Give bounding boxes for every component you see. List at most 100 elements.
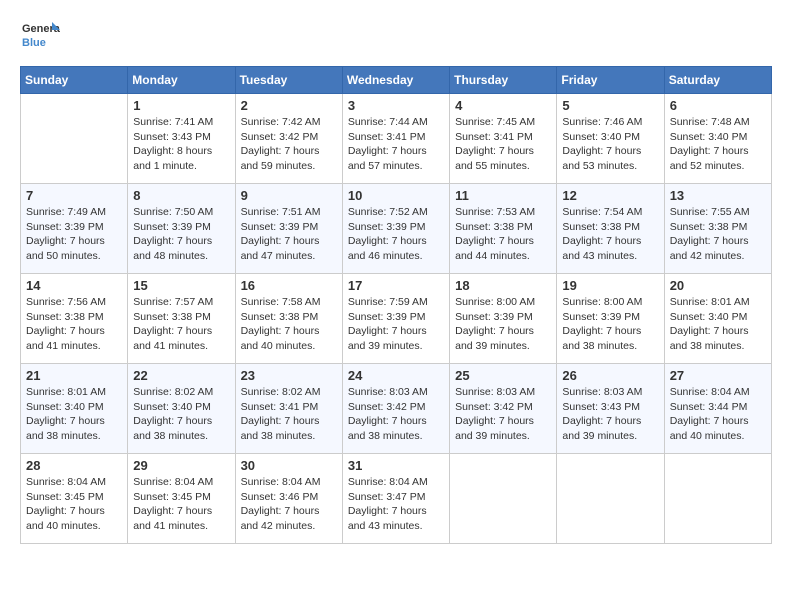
day-info: Sunrise: 8:00 AM Sunset: 3:39 PM Dayligh… — [562, 295, 658, 354]
day-info: Sunrise: 7:58 AM Sunset: 3:38 PM Dayligh… — [241, 295, 337, 354]
day-number: 27 — [670, 368, 766, 383]
calendar-cell: 23Sunrise: 8:02 AM Sunset: 3:41 PM Dayli… — [235, 364, 342, 454]
calendar-cell — [21, 94, 128, 184]
calendar-cell: 7 Sunrise: 7:49 AM Sunset: 3:39 PM Daylig… — [21, 184, 128, 274]
day-number: 15 — [133, 278, 229, 293]
calendar-cell: 2 Sunrise: 7:42 AM Sunset: 3:42 PM Daylig… — [235, 94, 342, 184]
calendar-cell: 6 Sunrise: 7:48 AM Sunset: 3:40 PM Daylig… — [664, 94, 771, 184]
day-info: Sunrise: 8:04 AM Sunset: 3:44 PM Dayligh… — [670, 385, 766, 444]
calendar-cell: 25 Sunrise: 8:03 AM Sunset: 3:42 PM Dayli… — [450, 364, 557, 454]
day-info: Sunrise: 8:04 AM Sunset: 3:47 PM Dayligh… — [348, 475, 444, 534]
day-info: Sunrise: 8:04 AM Sunset: 3:45 PM Dayligh… — [26, 475, 122, 534]
day-info: Sunrise: 7:50 AM Sunset: 3:39 PM Dayligh… — [133, 205, 229, 264]
day-info: Sunrise: 8:02 AM Sunset: 3:40 PM Dayligh… — [133, 385, 229, 444]
day-info: Sunrise: 7:56 AM Sunset: 3:38 PM Dayligh… — [26, 295, 122, 354]
calendar-cell: 24 Sunrise: 8:03 AM Sunset: 3:42 PM Dayli… — [342, 364, 449, 454]
day-number: 21 — [26, 368, 122, 383]
svg-text:Blue: Blue — [22, 37, 46, 49]
calendar-cell: 31 Sunrise: 8:04 AM Sunset: 3:47 PM Dayli… — [342, 454, 449, 544]
day-number: 3 — [348, 98, 444, 113]
day-number: 17 — [348, 278, 444, 293]
day-number: 25 — [455, 368, 551, 383]
calendar-cell: 29Sunrise: 8:04 AM Sunset: 3:45 PM Dayli… — [128, 454, 235, 544]
day-number: 13 — [670, 188, 766, 203]
calendar-cell: 1 Sunrise: 7:41 AM Sunset: 3:43 PM Daylig… — [128, 94, 235, 184]
day-of-week-header: Monday — [128, 67, 235, 94]
day-number: 31 — [348, 458, 444, 473]
calendar-cell: 9 Sunrise: 7:51 AM Sunset: 3:39 PM Daylig… — [235, 184, 342, 274]
day-number: 24 — [348, 368, 444, 383]
day-info: Sunrise: 7:57 AM Sunset: 3:38 PM Dayligh… — [133, 295, 229, 354]
day-number: 22 — [133, 368, 229, 383]
day-info: Sunrise: 7:52 AM Sunset: 3:39 PM Dayligh… — [348, 205, 444, 264]
day-number: 19 — [562, 278, 658, 293]
day-number: 14 — [26, 278, 122, 293]
day-of-week-header: Tuesday — [235, 67, 342, 94]
day-number: 26 — [562, 368, 658, 383]
calendar-week-row: 21 Sunrise: 8:01 AM Sunset: 3:40 PM Dayli… — [21, 364, 772, 454]
calendar-table: SundayMondayTuesdayWednesdayThursdayFrid… — [20, 66, 772, 544]
day-info: Sunrise: 8:01 AM Sunset: 3:40 PM Dayligh… — [670, 295, 766, 354]
day-info: Sunrise: 7:45 AM Sunset: 3:41 PM Dayligh… — [455, 115, 551, 174]
day-info: Sunrise: 7:41 AM Sunset: 3:43 PM Dayligh… — [133, 115, 229, 174]
calendar-cell: 30Sunrise: 8:04 AM Sunset: 3:46 PM Dayli… — [235, 454, 342, 544]
day-number: 23 — [241, 368, 337, 383]
calendar-cell: 5Sunrise: 7:46 AM Sunset: 3:40 PM Daylig… — [557, 94, 664, 184]
calendar-cell: 21 Sunrise: 8:01 AM Sunset: 3:40 PM Dayli… — [21, 364, 128, 454]
calendar-cell: 27 Sunrise: 8:04 AM Sunset: 3:44 PM Dayli… — [664, 364, 771, 454]
calendar-cell: 11Sunrise: 7:53 AM Sunset: 3:38 PM Dayli… — [450, 184, 557, 274]
day-number: 8 — [133, 188, 229, 203]
day-number: 7 — [26, 188, 122, 203]
calendar-week-row: 1 Sunrise: 7:41 AM Sunset: 3:43 PM Daylig… — [21, 94, 772, 184]
calendar-cell: 12Sunrise: 7:54 AM Sunset: 3:38 PM Dayli… — [557, 184, 664, 274]
day-info: Sunrise: 8:03 AM Sunset: 3:43 PM Dayligh… — [562, 385, 658, 444]
calendar-cell: 20 Sunrise: 8:01 AM Sunset: 3:40 PM Dayli… — [664, 274, 771, 364]
day-info: Sunrise: 7:46 AM Sunset: 3:40 PM Dayligh… — [562, 115, 658, 174]
calendar-cell: 28 Sunrise: 8:04 AM Sunset: 3:45 PM Dayli… — [21, 454, 128, 544]
day-info: Sunrise: 7:55 AM Sunset: 3:38 PM Dayligh… — [670, 205, 766, 264]
day-number: 11 — [455, 188, 551, 203]
day-number: 16 — [241, 278, 337, 293]
day-info: Sunrise: 7:51 AM Sunset: 3:39 PM Dayligh… — [241, 205, 337, 264]
day-info: Sunrise: 8:04 AM Sunset: 3:45 PM Dayligh… — [133, 475, 229, 534]
day-info: Sunrise: 8:00 AM Sunset: 3:39 PM Dayligh… — [455, 295, 551, 354]
day-info: Sunrise: 7:42 AM Sunset: 3:42 PM Dayligh… — [241, 115, 337, 174]
calendar-cell: 8 Sunrise: 7:50 AM Sunset: 3:39 PM Daylig… — [128, 184, 235, 274]
calendar-week-row: 7 Sunrise: 7:49 AM Sunset: 3:39 PM Daylig… — [21, 184, 772, 274]
day-of-week-header: Saturday — [664, 67, 771, 94]
day-number: 6 — [670, 98, 766, 113]
day-info: Sunrise: 7:44 AM Sunset: 3:41 PM Dayligh… — [348, 115, 444, 174]
calendar-cell: 3 Sunrise: 7:44 AM Sunset: 3:41 PM Daylig… — [342, 94, 449, 184]
logo-svg: General Blue — [20, 16, 60, 56]
day-info: Sunrise: 8:03 AM Sunset: 3:42 PM Dayligh… — [455, 385, 551, 444]
calendar-week-row: 28 Sunrise: 8:04 AM Sunset: 3:45 PM Dayli… — [21, 454, 772, 544]
day-info: Sunrise: 7:49 AM Sunset: 3:39 PM Dayligh… — [26, 205, 122, 264]
calendar-cell: 17Sunrise: 7:59 AM Sunset: 3:39 PM Dayli… — [342, 274, 449, 364]
day-of-week-header: Wednesday — [342, 67, 449, 94]
day-info: Sunrise: 7:48 AM Sunset: 3:40 PM Dayligh… — [670, 115, 766, 174]
day-number: 20 — [670, 278, 766, 293]
day-info: Sunrise: 8:04 AM Sunset: 3:46 PM Dayligh… — [241, 475, 337, 534]
calendar-cell: 14 Sunrise: 7:56 AM Sunset: 3:38 PM Dayli… — [21, 274, 128, 364]
day-number: 2 — [241, 98, 337, 113]
day-of-week-header: Friday — [557, 67, 664, 94]
calendar-cell: 4 Sunrise: 7:45 AM Sunset: 3:41 PM Daylig… — [450, 94, 557, 184]
day-number: 1 — [133, 98, 229, 113]
calendar-cell: 10Sunrise: 7:52 AM Sunset: 3:39 PM Dayli… — [342, 184, 449, 274]
day-info: Sunrise: 8:01 AM Sunset: 3:40 PM Dayligh… — [26, 385, 122, 444]
calendar-cell — [557, 454, 664, 544]
calendar-header-row: SundayMondayTuesdayWednesdayThursdayFrid… — [21, 67, 772, 94]
day-number: 18 — [455, 278, 551, 293]
day-of-week-header: Sunday — [21, 67, 128, 94]
day-number: 4 — [455, 98, 551, 113]
header: General Blue — [20, 16, 772, 56]
calendar-cell: 22 Sunrise: 8:02 AM Sunset: 3:40 PM Dayli… — [128, 364, 235, 454]
day-number: 9 — [241, 188, 337, 203]
calendar-cell: 16 Sunrise: 7:58 AM Sunset: 3:38 PM Dayli… — [235, 274, 342, 364]
day-number: 28 — [26, 458, 122, 473]
day-number: 12 — [562, 188, 658, 203]
calendar-week-row: 14 Sunrise: 7:56 AM Sunset: 3:38 PM Dayli… — [21, 274, 772, 364]
logo: General Blue — [20, 16, 60, 56]
calendar-cell — [664, 454, 771, 544]
day-info: Sunrise: 8:03 AM Sunset: 3:42 PM Dayligh… — [348, 385, 444, 444]
